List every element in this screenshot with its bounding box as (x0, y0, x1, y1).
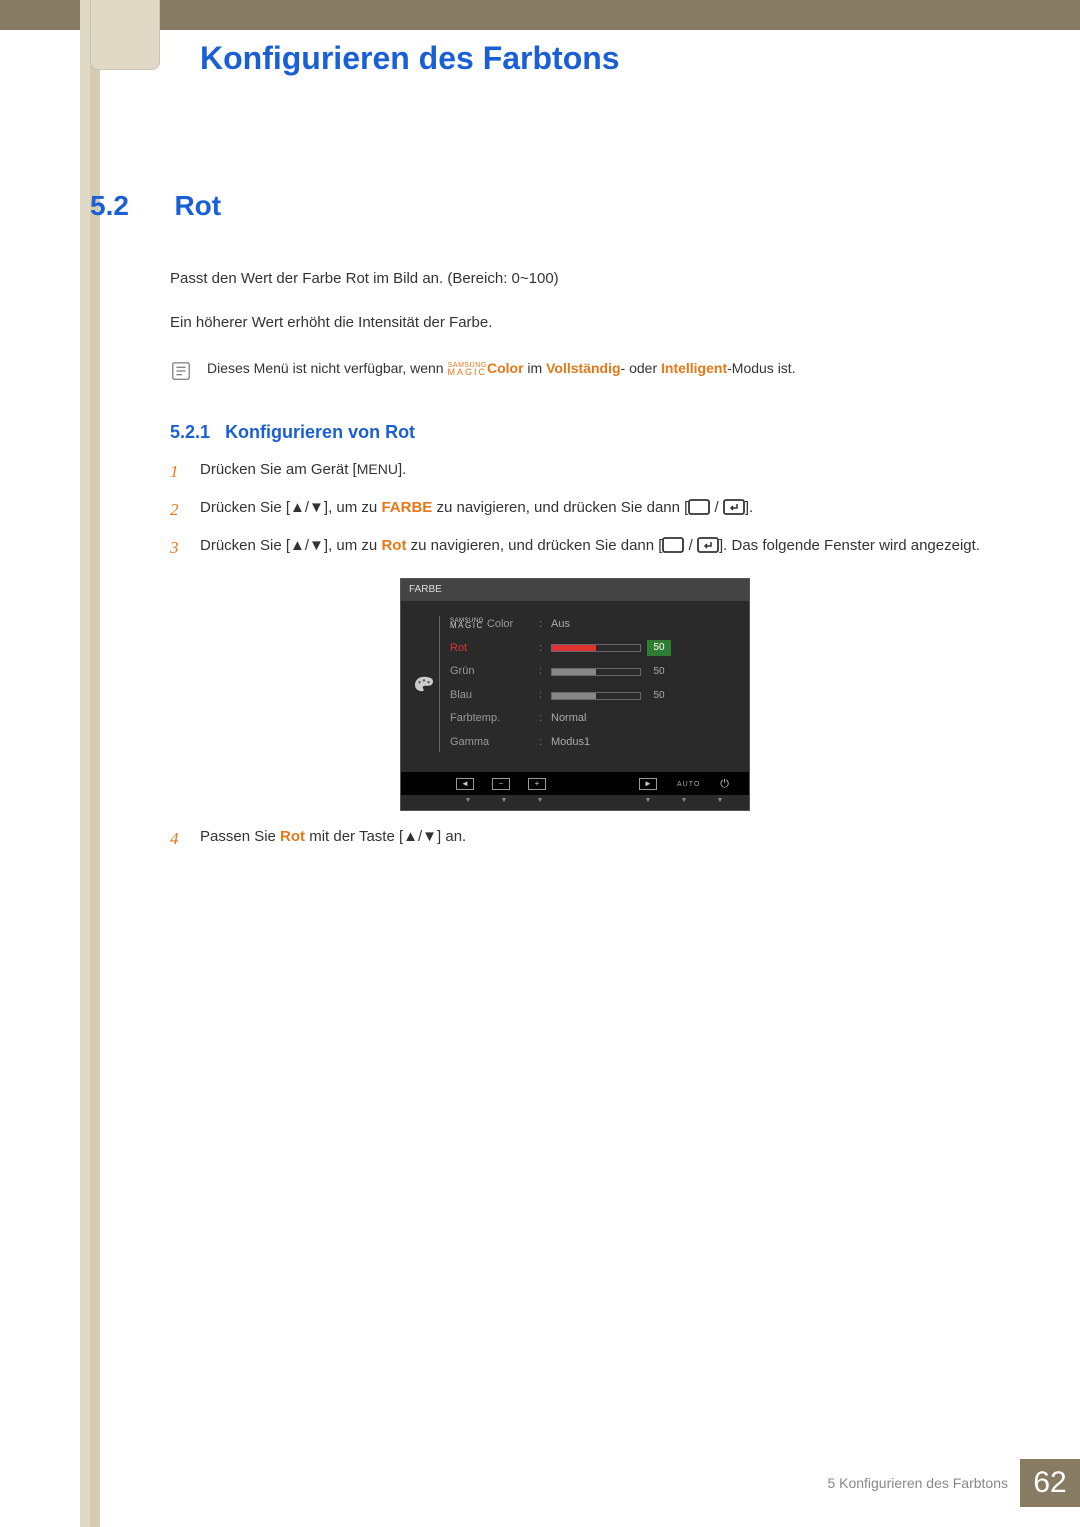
footer-chapter: 5 Konfigurieren des Farbtons (827, 1475, 1008, 1491)
step4-target: Rot (280, 828, 305, 845)
osd-icon-column (409, 616, 439, 752)
step4-pre: Passen Sie (200, 828, 280, 845)
up-down-icon: ▲/▼ (403, 828, 437, 845)
top-brown-bar (0, 0, 1080, 30)
step2-post: ]. (745, 499, 753, 516)
step3-post: ]. Das folgende Fenster wird angezeigt. (719, 537, 980, 554)
note-mode2: Intelligent (661, 360, 727, 376)
step3-mid1: ], um zu (324, 537, 382, 554)
subsection-number: 5.2.1 (170, 422, 210, 442)
osd-item-value: :50 (539, 640, 737, 658)
osd-item-value: :50 (539, 663, 737, 681)
osd-back-icon: ◄ (456, 778, 474, 790)
note-mid: im (524, 360, 547, 376)
down-arrow-icon: ▼ (675, 795, 693, 806)
source-icon (662, 537, 684, 553)
note-icon (170, 360, 192, 382)
osd-body: SAMSUNGMAGIC Color Rot Grün Blau Farbtemp. Ga… (401, 601, 749, 772)
osd-footer: ◄ − + ► AUTO ⏻ (401, 772, 749, 796)
samsung-magic-logo: SAMSUNGMAGIC (447, 364, 487, 375)
osd-title: FARBE (401, 579, 749, 601)
osd-minus-icon: − (492, 778, 510, 790)
step-2: Drücken Sie [▲/▼], um zu FARBE zu navigi… (170, 496, 1000, 520)
section-heading: 5.2 Rot (90, 190, 1000, 222)
subsection-heading: 5.2.1 Konfigurieren von Rot (170, 422, 1000, 443)
step2-mid1: ], um zu (324, 499, 382, 516)
note-post: -Modus ist. (727, 360, 795, 376)
enter-icon (723, 499, 745, 515)
down-arrow-icon: ▼ (531, 795, 549, 806)
osd-item-label: Gamma (450, 734, 539, 752)
intro-para-1: Passt den Wert der Farbe Rot im Bild an.… (170, 267, 1000, 291)
palette-icon (413, 675, 435, 693)
note-row: Dieses Menü ist nicht verfügbar, wenn SA… (170, 360, 1000, 382)
down-arrow-icon: ▼ (711, 795, 729, 806)
side-bar-left (80, 0, 90, 1527)
down-arrow-icon: ▼ (495, 795, 513, 806)
step2-mid2: zu navigieren, und drücken Sie dann [ (432, 499, 688, 516)
up-down-icon: ▲/▼ (290, 537, 324, 554)
osd-item-label: SAMSUNGMAGIC Color (450, 616, 539, 634)
osd-screenshot: FARBE SAMSUNGMAGIC Color Rot Grün Blau Farbt… (400, 578, 750, 811)
step-4: Passen Sie Rot mit der Taste [▲/▼] an. (170, 825, 1000, 849)
down-arrow-icon: ▼ (459, 795, 477, 806)
osd-item-value: :Aus (539, 616, 737, 634)
osd-arrow-row: ▼ ▼ ▼ ▼ ▼ ▼ (401, 795, 749, 810)
note-mid2: - oder (621, 360, 661, 376)
subsection-title: Konfigurieren von Rot (225, 422, 415, 442)
osd-item-value: :50 (539, 687, 737, 705)
up-down-icon: ▲/▼ (290, 499, 324, 516)
step4-post: ] an. (437, 828, 466, 845)
osd-item-label: Grün (450, 663, 539, 681)
menu-key: MENU (357, 461, 398, 477)
step3-mid2: zu navigieren, und drücken Sie dann [ (406, 537, 662, 554)
footer-page-number: 62 (1020, 1459, 1080, 1507)
osd-item-label: Blau (450, 687, 539, 705)
page-footer: 5 Konfigurieren des Farbtons 62 (827, 1459, 1080, 1507)
osd-labels: SAMSUNGMAGIC Color Rot Grün Blau Farbtemp. Ga… (439, 616, 539, 752)
magic-bot: MAGIC (447, 369, 487, 375)
note-mode1: Vollständig (546, 360, 620, 376)
intro-para-2: Ein höherer Wert erhöht die Intensität d… (170, 311, 1000, 335)
step3-target: Rot (381, 537, 406, 554)
step1-pre: Drücken Sie am Gerät [ (200, 461, 357, 478)
osd-plus-icon: + (528, 778, 546, 790)
step-3: Drücken Sie [▲/▼], um zu Rot zu navigier… (170, 534, 1000, 811)
source-icon (688, 499, 710, 515)
osd-power-icon: ⏻ (720, 776, 729, 794)
step-1: Drücken Sie am Gerät [MENU]. (170, 458, 1000, 482)
page-title: Konfigurieren des Farbtons (200, 40, 620, 77)
enter-icon (697, 537, 719, 553)
step2-pre: Drücken Sie [ (200, 499, 290, 516)
section-title: Rot (174, 190, 221, 222)
step3-pre: Drücken Sie [ (200, 537, 290, 554)
steps-list: Drücken Sie am Gerät [MENU]. Drücken Sie… (170, 458, 1000, 849)
step4-mid: mit der Taste [ (305, 828, 403, 845)
section-number: 5.2 (90, 190, 170, 222)
step1-post: ]. (398, 461, 406, 478)
chapter-tab (90, 0, 160, 70)
osd-item-value: :Normal (539, 710, 737, 728)
osd-item-label: Farbtemp. (450, 710, 539, 728)
note-text: Dieses Menü ist nicht verfügbar, wenn SA… (207, 360, 1000, 376)
osd-values: :Aus :50 :50 :50 :Normal :Modus1 (539, 616, 737, 752)
osd-auto-label: AUTO (677, 779, 700, 790)
osd-item-label: Rot (450, 640, 539, 658)
osd-item-value: :Modus1 (539, 734, 737, 752)
step2-target: FARBE (381, 499, 432, 516)
note-pre: Dieses Menü ist nicht verfügbar, wenn (207, 360, 447, 376)
down-arrow-icon: ▼ (639, 795, 657, 806)
note-color: Color (487, 360, 524, 376)
osd-select-icon: ► (639, 778, 657, 790)
